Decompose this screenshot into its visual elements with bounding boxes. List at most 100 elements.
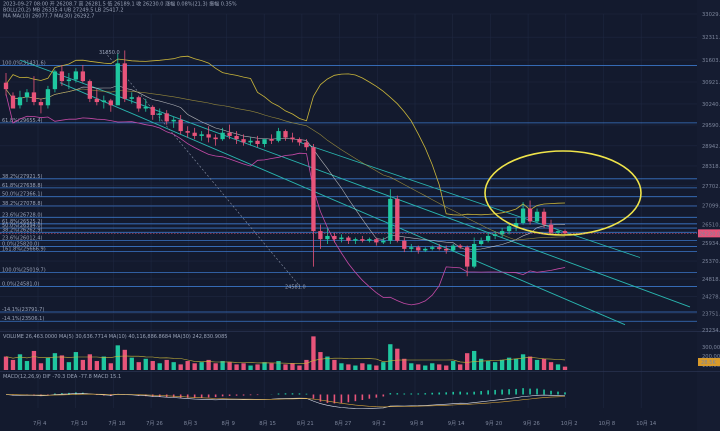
volume-bar bbox=[24, 361, 30, 370]
macd-histogram-bar bbox=[256, 394, 259, 396]
volume-bar bbox=[311, 336, 316, 370]
candle-body bbox=[402, 240, 407, 249]
volume-bar bbox=[171, 362, 176, 370]
time-axis-label: 9月 20 bbox=[485, 420, 502, 427]
time-axis-label: 9月 26 bbox=[523, 420, 540, 427]
macd-histogram-bar bbox=[445, 392, 448, 395]
volume-bar bbox=[548, 362, 554, 370]
volume-bar bbox=[437, 364, 442, 370]
fib-level-label: 38.2%(27078.8) bbox=[2, 201, 43, 207]
volume-bar bbox=[52, 353, 58, 370]
volume-bar bbox=[562, 366, 568, 370]
candle-body bbox=[311, 147, 316, 232]
macd-histogram-bar bbox=[242, 394, 245, 396]
volume-bar bbox=[115, 345, 120, 370]
macd-histogram-bar bbox=[235, 394, 238, 396]
price-axis-label: 23751.5 bbox=[702, 311, 720, 317]
candle-body bbox=[465, 247, 470, 267]
candle-body bbox=[360, 239, 365, 241]
volume-bar bbox=[367, 364, 372, 370]
macd-histogram-bar bbox=[249, 394, 252, 396]
fib-level-label: 0.0%(24581.0) bbox=[2, 282, 39, 288]
candle-body bbox=[73, 71, 79, 80]
candle-body bbox=[199, 134, 204, 136]
volume-bar bbox=[262, 362, 267, 370]
macd-histogram-bar bbox=[473, 391, 475, 395]
volume-bar bbox=[430, 363, 435, 370]
candle-body bbox=[38, 102, 44, 106]
macd-histogram-bar bbox=[396, 393, 399, 395]
price-axis-label: 25934.3 bbox=[702, 241, 720, 247]
volume-bar bbox=[227, 362, 232, 370]
chart-canvas: 100.0%(31431.6)61.8%(29655.4)38.2%(27921… bbox=[0, 0, 720, 431]
macd-histogram-bar bbox=[515, 388, 517, 395]
time-axis-label: 10月 8 bbox=[599, 420, 616, 427]
macd-histogram-bar bbox=[172, 394, 175, 398]
volume-bar bbox=[339, 363, 344, 370]
candle-body bbox=[10, 95, 16, 109]
time-axis-label: 8月 3 bbox=[184, 420, 197, 427]
macd-histogram-bar bbox=[375, 394, 378, 398]
volume-bar bbox=[31, 350, 37, 370]
volume-bar bbox=[346, 364, 351, 370]
volume-bar bbox=[409, 363, 414, 370]
candle-body bbox=[325, 235, 330, 240]
candle-body bbox=[115, 63, 120, 106]
macd-histogram-bar bbox=[347, 394, 350, 403]
time-axis-label: 8月 15 bbox=[259, 420, 276, 427]
macd-histogram-bar bbox=[221, 394, 224, 397]
price-axis-label: 24278.9 bbox=[702, 294, 720, 300]
macd-histogram-bar bbox=[480, 391, 482, 395]
volume-bar bbox=[395, 348, 400, 370]
macd-histogram-bar bbox=[417, 393, 420, 395]
candle-body bbox=[381, 240, 386, 243]
macd-histogram-bar bbox=[431, 392, 434, 395]
candle-body bbox=[101, 100, 106, 103]
candle-body bbox=[548, 224, 554, 233]
price-axis-label: 31603.9 bbox=[702, 58, 720, 64]
candle-body bbox=[178, 119, 183, 132]
candle-body bbox=[3, 82, 9, 90]
volume-bar bbox=[499, 359, 505, 370]
volume-bar bbox=[465, 353, 470, 370]
volume-header: VOLUME 26,463.0000 MA(5) 30,636.7714 MA(… bbox=[3, 334, 227, 340]
candle-body bbox=[206, 134, 211, 138]
fib-level-label: 61.8%(27638.8) bbox=[2, 183, 43, 189]
candle-body bbox=[304, 142, 309, 148]
volume-bar bbox=[129, 357, 134, 370]
volume-bar bbox=[541, 358, 547, 370]
price-axis-label: 33029.7 bbox=[702, 12, 720, 18]
fib-level-label: 161.8%(25666.9) bbox=[2, 247, 46, 253]
candle-body bbox=[17, 97, 23, 106]
candle-body bbox=[430, 247, 435, 249]
macd-histogram-bar bbox=[179, 394, 182, 398]
time-axis-label: 8月 27 bbox=[335, 420, 352, 427]
candle-body bbox=[31, 92, 37, 103]
macd-histogram-bar bbox=[368, 394, 371, 399]
price-axis-label: 23234.3 bbox=[702, 328, 720, 334]
macd-histogram-bar bbox=[326, 394, 329, 403]
time-axis-label: 7月 10 bbox=[71, 420, 88, 427]
macd-histogram-bar bbox=[494, 389, 496, 395]
macd-histogram-bar bbox=[508, 389, 510, 395]
macd-histogram-bar bbox=[564, 392, 566, 395]
candle-body bbox=[423, 248, 428, 251]
candle-body bbox=[339, 237, 344, 240]
time-axis-label: 7月 4 bbox=[33, 420, 47, 427]
macd-histogram-bar bbox=[228, 394, 231, 396]
price-axis-label: 26510.7 bbox=[702, 222, 720, 228]
volume-bar bbox=[353, 365, 358, 370]
volume-bar bbox=[534, 359, 540, 370]
macd-histogram-bar bbox=[536, 388, 538, 395]
fib-level-label: 23.6%(26728.0) bbox=[2, 212, 43, 218]
candle-body bbox=[471, 244, 477, 267]
volume-bar bbox=[360, 363, 365, 370]
candle-body bbox=[241, 139, 246, 143]
candle-body bbox=[52, 71, 58, 90]
time-axis-label: 9月 14 bbox=[448, 420, 465, 427]
volume-bar bbox=[485, 361, 491, 370]
candle-body bbox=[220, 132, 225, 140]
macd-histogram-bar bbox=[214, 394, 217, 398]
candle-body bbox=[451, 245, 456, 251]
candle-body bbox=[108, 100, 113, 106]
